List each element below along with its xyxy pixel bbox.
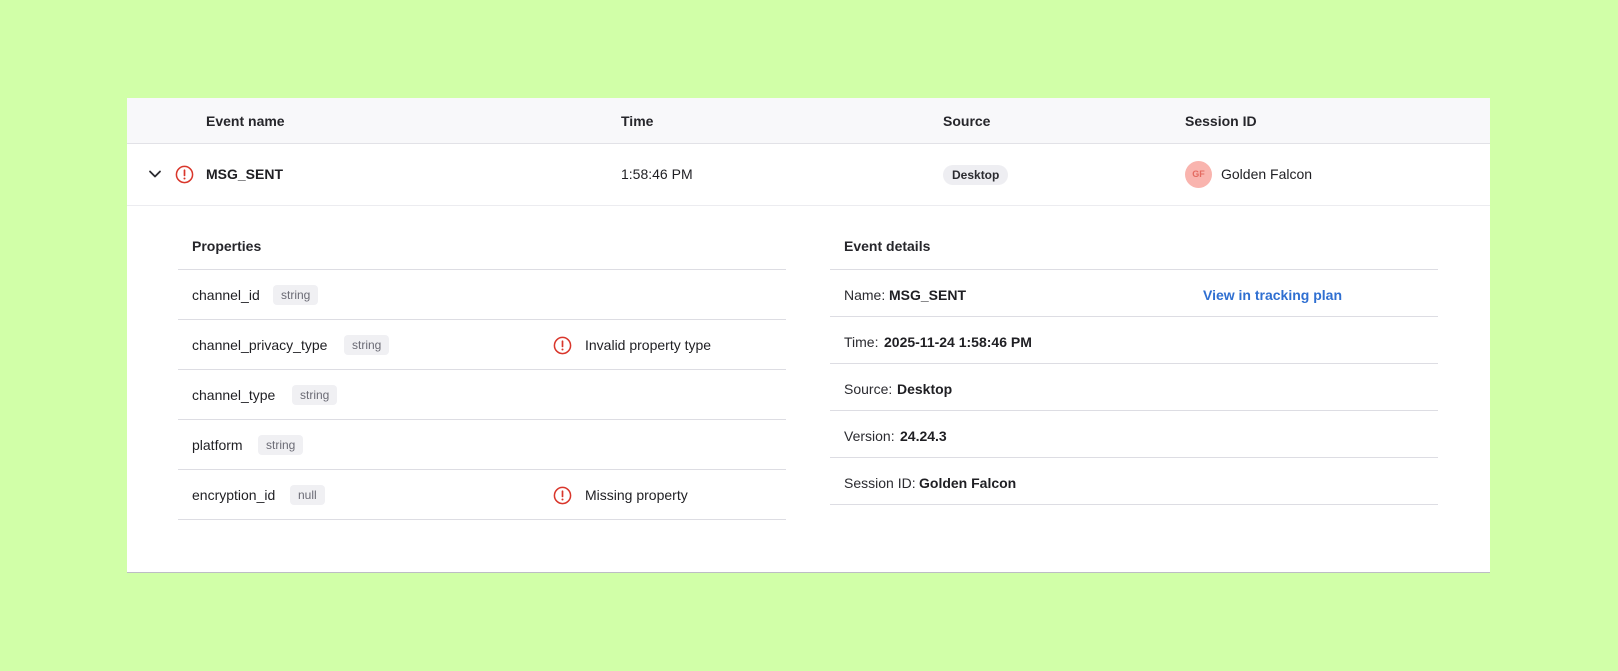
property-name: channel_id xyxy=(192,287,260,303)
detail-label: Version: xyxy=(844,428,895,444)
property-row: platform string xyxy=(178,420,786,470)
detail-label: Time: xyxy=(844,334,879,350)
detail-value: Golden Falcon xyxy=(919,475,1017,491)
detail-row-name: Name: MSG_SENT View in tracking plan xyxy=(830,270,1438,317)
header-event-name[interactable]: Event name xyxy=(206,113,285,129)
event-details-panel: Event details Name: MSG_SENT View in tra… xyxy=(830,234,1438,505)
error-icon xyxy=(175,165,194,184)
event-name: MSG_SENT xyxy=(206,166,284,182)
property-type-tag: string xyxy=(273,285,319,305)
property-row: channel_id string xyxy=(178,270,786,320)
property-error-text: Invalid property type xyxy=(585,337,712,353)
property-error-text: Missing property xyxy=(585,487,688,503)
event-details-title: Event details xyxy=(830,234,1438,270)
property-name: channel_privacy_type xyxy=(192,337,328,353)
property-type-tag: string xyxy=(344,335,390,355)
property-type-tag: string xyxy=(292,385,338,405)
property-name: channel_type xyxy=(192,387,276,403)
property-name: encryption_id xyxy=(192,487,276,503)
detail-value: Desktop xyxy=(897,381,953,397)
properties-panel: Properties channel_id string channel_pri… xyxy=(178,234,786,520)
properties-title: Properties xyxy=(178,234,786,270)
detail-value: MSG_SENT xyxy=(889,287,967,303)
source-badge: Desktop xyxy=(943,165,1009,185)
event-time: 1:58:46 PM xyxy=(621,166,693,182)
detail-row-source: Source: Desktop xyxy=(830,364,1438,411)
detail-label: Name: xyxy=(844,287,886,303)
header-session-id[interactable]: Session ID xyxy=(1185,113,1257,129)
view-in-tracking-plan-link[interactable]: View in tracking plan xyxy=(1203,287,1342,303)
detail-row-session-id: Session ID: Golden Falcon xyxy=(830,458,1438,505)
property-row: channel_privacy_type string Invalid prop… xyxy=(178,320,786,370)
detail-value: 24.24.3 xyxy=(900,428,947,444)
property-type-tag: null xyxy=(290,485,325,505)
header-time[interactable]: Time xyxy=(621,113,653,129)
chevron-down-icon[interactable] xyxy=(148,167,162,181)
avatar: GF xyxy=(1185,161,1212,188)
property-type-tag: string xyxy=(258,435,304,455)
property-row: encryption_id null Missing property xyxy=(178,470,786,520)
detail-row-version: Version: 24.24.3 xyxy=(830,411,1438,458)
table-header: Event name Time Source Session ID xyxy=(127,98,1490,144)
table-row[interactable]: MSG_SENT 1:58:46 PM Desktop GF Golden Fa… xyxy=(127,144,1490,206)
error-icon xyxy=(553,336,572,355)
session-name: Golden Falcon xyxy=(1221,166,1313,182)
events-table-card: Event name Time Source Session ID MSG_SE… xyxy=(127,98,1490,573)
detail-label: Source: xyxy=(844,381,893,397)
detail-value: 2025-11-24 1:58:46 PM xyxy=(884,334,1032,350)
error-icon xyxy=(553,486,572,505)
property-name: platform xyxy=(192,437,243,453)
property-row: channel_type string xyxy=(178,370,786,420)
detail-row-time: Time: 2025-11-24 1:58:46 PM xyxy=(830,317,1438,364)
header-source[interactable]: Source xyxy=(943,113,990,129)
detail-label: Session ID: xyxy=(844,475,916,491)
